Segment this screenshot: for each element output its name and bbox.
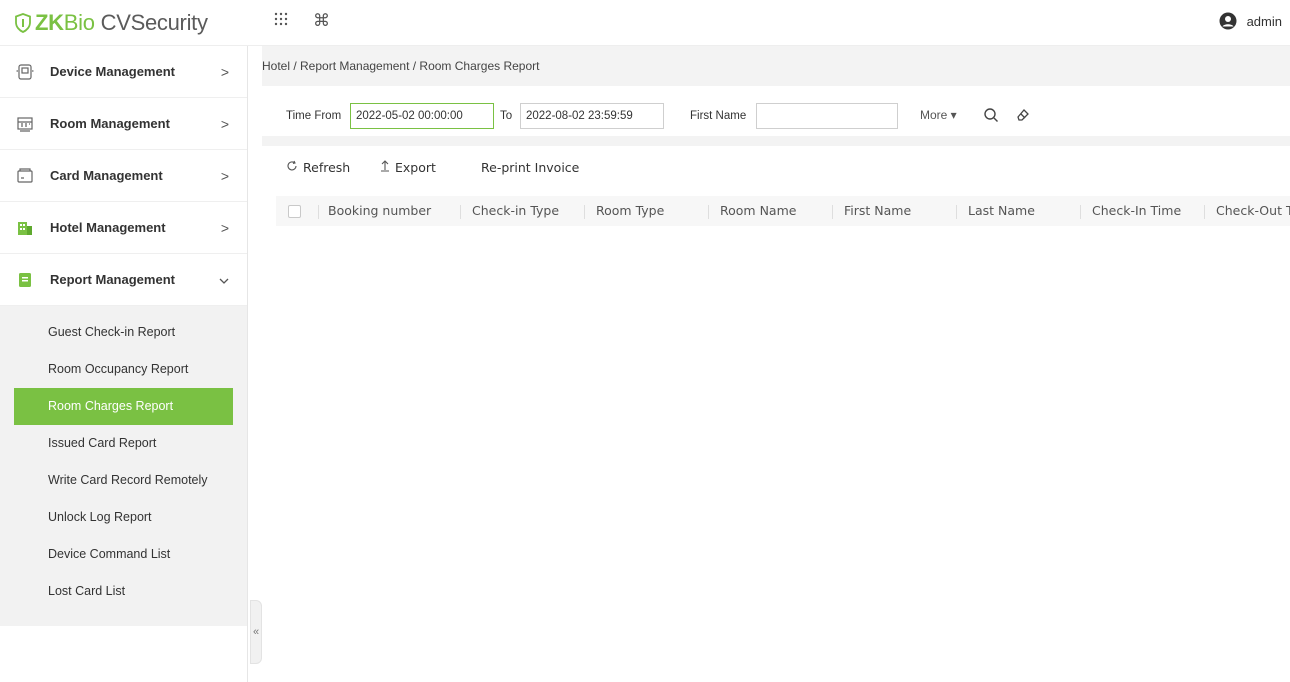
select-all-checkbox[interactable] <box>288 205 301 218</box>
submenu-item-room-charges-report[interactable]: Room Charges Report <box>14 388 233 425</box>
refresh-icon <box>286 160 298 175</box>
more-filters-dropdown[interactable]: More ▾ <box>920 108 957 122</box>
shield-logo-icon <box>15 13 31 33</box>
logo-text-cvsecurity: CVSecurity <box>100 10 208 35</box>
column-header-check-out-time[interactable]: Check-Out Time <box>1216 203 1290 218</box>
column-divider <box>318 205 319 219</box>
first-name-label: First Name <box>690 110 747 122</box>
sidebar-item-label: Hotel Management <box>50 220 166 235</box>
app-logo[interactable]: ZK Bio CVSecurity <box>14 8 208 38</box>
user-name: admin <box>1246 13 1282 29</box>
device-management-icon <box>14 61 36 83</box>
export-icon <box>380 160 390 175</box>
main-content: Hotel / Report Management / Room Charges… <box>262 46 1290 682</box>
hotel-management-icon <box>14 217 36 239</box>
time-from-label: Time From <box>286 110 342 122</box>
submenu-item-issued-card-report[interactable]: Issued Card Report <box>14 425 233 462</box>
sidebar-item-device-management[interactable]: Device Management > <box>0 46 247 98</box>
column-header-last-name[interactable]: Last Name <box>968 203 1035 218</box>
chevron-right-icon: > <box>220 63 229 80</box>
card-management-icon <box>14 165 36 187</box>
chevron-right-icon: > <box>220 219 229 236</box>
top-bar: ZK Bio CVSecurity ⌘ admin <box>0 0 1290 46</box>
reprint-invoice-button[interactable]: Re-print Invoice <box>481 160 579 175</box>
time-from-input[interactable]: 2022-05-02 00:00:00 <box>350 103 494 129</box>
column-divider <box>584 205 585 219</box>
logo-text-zk: ZK <box>35 10 64 35</box>
column-header-check-in-time[interactable]: Check-In Time <box>1092 203 1181 218</box>
sidebar-item-label: Report Management <box>50 272 175 287</box>
export-label: Export <box>395 160 436 175</box>
sidebar-item-label: Room Management <box>50 116 170 131</box>
sidebar-item-report-management[interactable]: Report Management <box>0 254 247 306</box>
chevron-right-icon: > <box>220 115 229 132</box>
chevron-down-icon <box>219 274 229 288</box>
apps-grid-icon[interactable] <box>274 12 288 31</box>
logo-text-bio: Bio <box>63 10 95 35</box>
user-avatar-icon <box>1219 12 1237 30</box>
to-label: To <box>500 110 513 122</box>
column-divider <box>1204 205 1205 219</box>
submenu-item-lost-card-list[interactable]: Lost Card List <box>14 573 233 610</box>
table-header: Booking number Check-in Type Room Type R… <box>276 196 1290 226</box>
column-divider <box>832 205 833 219</box>
column-header-check-in-type[interactable]: Check-in Type <box>472 203 559 218</box>
report-management-icon <box>14 269 36 291</box>
submenu-item-unlock-log-report[interactable]: Unlock Log Report <box>14 499 233 536</box>
column-divider <box>956 205 957 219</box>
column-header-booking-number[interactable]: Booking number <box>328 203 431 218</box>
breadcrumb: Hotel / Report Management / Room Charges… <box>262 46 1290 86</box>
sidebar-item-hotel-management[interactable]: Hotel Management > <box>0 202 247 254</box>
refresh-label: Refresh <box>303 160 351 175</box>
column-header-room-name[interactable]: Room Name <box>720 203 796 218</box>
command-icon[interactable]: ⌘ <box>313 11 330 31</box>
sidebar-collapse-button[interactable]: « <box>250 600 262 664</box>
sidebar-item-label: Device Management <box>50 64 175 79</box>
export-button[interactable]: Export <box>380 160 436 175</box>
submenu-item-write-card-record-remotely[interactable]: Write Card Record Remotely <box>14 462 233 499</box>
sidebar-item-label: Card Management <box>50 168 163 183</box>
room-management-icon <box>14 113 36 135</box>
column-divider <box>1080 205 1081 219</box>
table-toolbar: Refresh Export Re-print Invoice <box>262 146 1290 180</box>
sidebar-item-room-management[interactable]: Room Management > <box>0 98 247 150</box>
filter-bar: Time From 2022-05-02 00:00:00 To 2022-08… <box>262 86 1290 146</box>
sidebar: Device Management > Room Management > Ca… <box>0 46 248 682</box>
refresh-button[interactable]: Refresh <box>286 160 350 175</box>
submenu-item-guest-check-in-report[interactable]: Guest Check-in Report <box>14 314 233 351</box>
column-divider <box>708 205 709 219</box>
sidebar-item-card-management[interactable]: Card Management > <box>0 150 247 202</box>
user-menu[interactable]: admin <box>1219 12 1282 30</box>
search-icon[interactable] <box>980 104 1002 126</box>
column-header-first-name[interactable]: First Name <box>844 203 911 218</box>
column-divider <box>460 205 461 219</box>
breadcrumb-text: Hotel / Report Management / Room Charges… <box>262 59 540 73</box>
clear-eraser-icon[interactable] <box>1012 104 1034 126</box>
report-submenu: Guest Check-in Report Room Occupancy Rep… <box>0 306 247 626</box>
submenu-item-device-command-list[interactable]: Device Command List <box>14 536 233 573</box>
time-to-input[interactable]: 2022-08-02 23:59:59 <box>520 103 664 129</box>
first-name-input[interactable] <box>756 103 898 129</box>
column-header-room-type[interactable]: Room Type <box>596 203 664 218</box>
chevron-right-icon: > <box>220 167 229 184</box>
submenu-item-room-occupancy-report[interactable]: Room Occupancy Report <box>14 351 233 388</box>
